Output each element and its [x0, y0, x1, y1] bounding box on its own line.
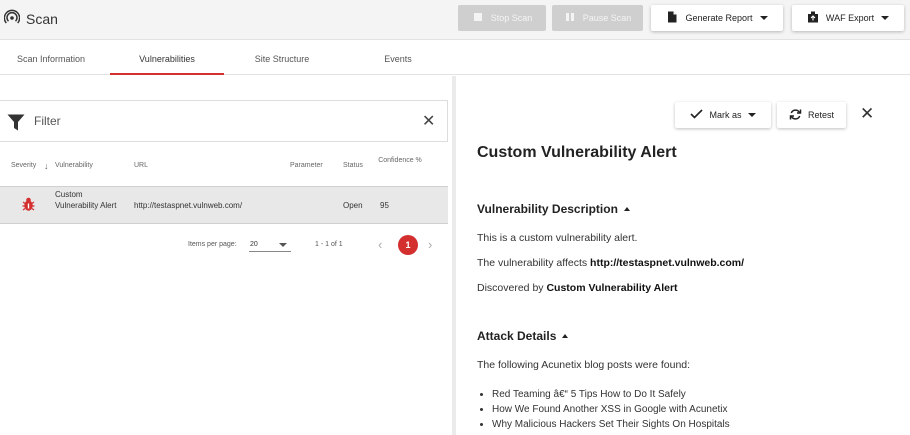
chevron-up-icon: [623, 207, 630, 211]
description-section-header[interactable]: Vulnerability Description: [477, 202, 630, 216]
tab-scan-information[interactable]: Scan Information: [0, 41, 102, 75]
items-per-page-select[interactable]: 20: [249, 238, 291, 252]
header-parameter[interactable]: Parameter: [290, 162, 323, 169]
row-status: Open: [343, 201, 363, 210]
attack-details-section-header[interactable]: Attack Details: [477, 329, 569, 343]
mark-as-label: Mark as: [709, 110, 742, 120]
page-range: 1 - 1 of 1: [315, 241, 343, 248]
stop-icon: [472, 11, 484, 25]
discovered-line: Discovered by Custom Vulnerability Alert: [477, 282, 678, 294]
chevron-down-icon: [759, 16, 768, 20]
blog-post-item[interactable]: How We Found Another XSS in Google with …: [492, 402, 730, 417]
header-severity[interactable]: Severity: [11, 162, 36, 169]
table-header: Severity ↓ Vulnerability URL Parameter S…: [0, 156, 448, 186]
attack-heading: Attack Details: [477, 329, 557, 343]
chevron-down-icon: [279, 243, 287, 247]
discovered-prefix: Discovered by: [477, 282, 547, 294]
retest-label: Retest: [807, 110, 834, 120]
top-bar: Scan Stop Scan Pause Scan Generate Repor…: [0, 0, 910, 40]
blog-post-list: Red Teaming â€“ 5 Tips How to Do It Safe…: [492, 387, 730, 432]
header-status[interactable]: Status: [343, 162, 363, 169]
row-url: http://testaspnet.vulnweb.com/: [134, 201, 243, 210]
mark-as-button[interactable]: Mark as: [675, 102, 771, 128]
items-per-page-value: 20: [250, 241, 258, 248]
vulnerability-list-pane: Filter ✕ Severity ↓ Vulnerability URL Pa…: [0, 76, 452, 435]
sort-arrow-down-icon[interactable]: ↓: [44, 161, 49, 171]
tab-site-structure[interactable]: Site Structure: [226, 41, 338, 75]
attack-intro: The following Acunetix blog posts were f…: [477, 359, 691, 371]
chevron-down-icon: [747, 113, 756, 117]
app-title-text: Scan: [26, 10, 58, 27]
tab-vulnerabilities[interactable]: Vulnerabilities: [110, 41, 224, 75]
description-heading: Vulnerability Description: [477, 202, 618, 216]
chevron-down-icon: [881, 16, 890, 20]
waf-export-button[interactable]: WAF Export: [792, 5, 904, 31]
generate-report-label: Generate Report: [685, 13, 753, 23]
affects-line: The vulnerability affects http://testasp…: [477, 257, 744, 269]
chevron-right-icon[interactable]: ›: [428, 237, 432, 252]
tab-events[interactable]: Events: [342, 41, 454, 75]
waf-export-label: WAF Export: [825, 13, 875, 23]
bug-icon: [22, 197, 35, 214]
generate-report-button[interactable]: Generate Report: [651, 5, 783, 31]
current-page-badge[interactable]: 1: [398, 235, 418, 255]
blog-post-item[interactable]: Red Teaming â€“ 5 Tips How to Do It Safe…: [492, 387, 730, 402]
row-vulnerability: Custom Vulnerability Alert: [55, 190, 117, 210]
chevron-up-icon: [562, 334, 569, 338]
header-url[interactable]: URL: [134, 162, 148, 169]
app-title: Scan: [3, 9, 58, 28]
retest-button[interactable]: Retest: [777, 102, 846, 128]
vulnerability-detail-pane: Mark as Retest ✕ Custom Vulnerability Al…: [456, 76, 910, 435]
document-icon: [666, 11, 678, 25]
filter-label: Filter: [34, 114, 61, 128]
export-icon: [807, 11, 819, 25]
vulnerability-title: Custom Vulnerability Alert: [477, 144, 677, 161]
chevron-left-icon[interactable]: ‹: [378, 237, 382, 252]
affects-url: http://testaspnet.vulnweb.com/: [590, 257, 745, 269]
header-vulnerability[interactable]: Vulnerability: [55, 162, 93, 169]
items-per-page-label: Items per page:: [188, 241, 237, 248]
filter-bar[interactable]: Filter ✕: [0, 100, 448, 142]
stop-scan-label: Stop Scan: [490, 13, 533, 23]
paginator: Items per page: 20 1 - 1 of 1 ‹ 1 ›: [0, 234, 448, 256]
row-confidence: 95: [380, 201, 389, 210]
pause-scan-label: Pause Scan: [582, 13, 632, 23]
table-row[interactable]: Custom Vulnerability Alert http://testas…: [0, 186, 448, 224]
stop-scan-button[interactable]: Stop Scan: [458, 5, 546, 31]
close-icon[interactable]: ✕: [422, 114, 435, 130]
description-text: This is a custom vulnerability alert.: [477, 232, 638, 244]
discovered-by: Custom Vulnerability Alert: [546, 282, 678, 294]
pause-scan-button[interactable]: Pause Scan: [552, 5, 643, 31]
filter-icon: [7, 114, 25, 136]
affects-prefix: The vulnerability affects: [477, 257, 591, 269]
pause-icon: [564, 11, 576, 25]
blog-post-item[interactable]: Why Malicious Hackers Set Their Sights O…: [492, 417, 730, 432]
tab-bar: Scan Information Vulnerabilities Site St…: [0, 41, 910, 75]
header-confidence[interactable]: Confidence %: [378, 156, 422, 166]
scan-radar-icon: [3, 9, 21, 28]
close-icon[interactable]: ✕: [860, 105, 874, 122]
check-icon: [690, 109, 704, 121]
refresh-icon: [789, 108, 802, 123]
